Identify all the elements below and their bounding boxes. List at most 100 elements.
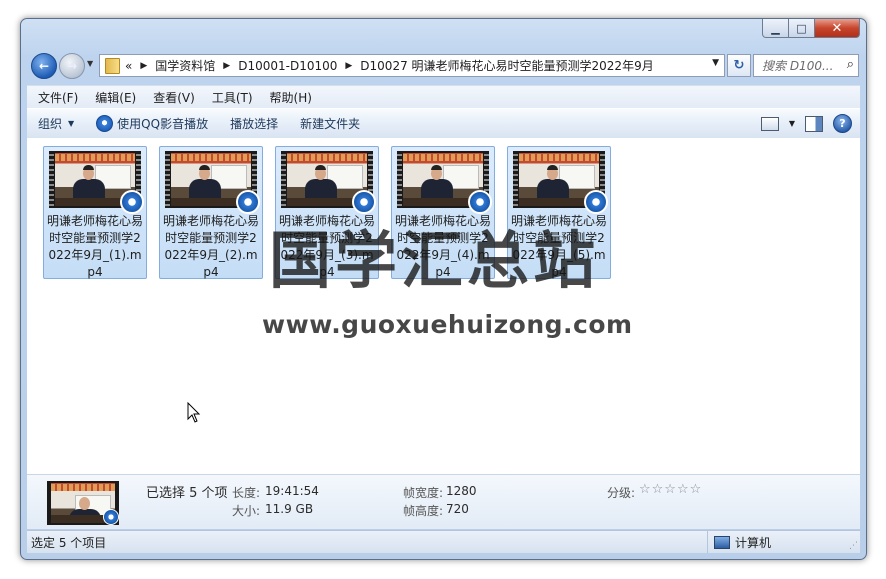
refresh-icon: ↻ [733,58,745,73]
presenter-body [537,179,569,199]
qq-player-icon [584,190,608,214]
new-folder-button[interactable]: 新建文件夹 [289,115,371,132]
presenter-body [73,179,105,199]
presenter-body [421,179,453,199]
presenter-hair [83,165,94,170]
chevron-right-icon[interactable]: ▶ [140,61,147,71]
folder-icon [105,57,120,74]
forward-button[interactable]: → [59,53,85,79]
chevron-right-icon[interactable]: ▶ [223,61,230,71]
caption-buttons: ▁ □ ✕ [762,19,860,38]
organize-label: 组织 [38,117,63,131]
presenter-body [189,179,221,199]
help-icon[interactable]: ? [833,114,852,133]
file-name: 明谦老师梅花心易时空能量预测学2022年9月_(2).mp4 [162,214,259,279]
search-icon[interactable]: ⌕ [847,57,854,72]
breadcrumb-item[interactable]: 国学资料馆 [155,57,215,74]
qq-player-icon [468,190,492,214]
presenter-hair [547,165,558,170]
banner [55,154,135,161]
menu-edit[interactable]: 编辑(E) [84,89,142,106]
menu-view[interactable]: 查看(V) [142,89,201,106]
new-folder-label: 新建文件夹 [300,117,361,131]
breadcrumb-item[interactable]: D10001-D10100 [238,59,337,73]
menu-help[interactable]: 帮助(H) [259,89,318,106]
address-dropdown-icon[interactable]: ▼ [712,58,719,68]
film-strip-edge [397,151,402,208]
details-pane: 已选择 5 个项 长度: 19:41:54 大小: 11.9 GB 帧宽度: 1… [27,475,860,529]
size-value: 11.9 GB [265,502,314,516]
refresh-button[interactable]: ↻ [727,54,751,77]
file-item[interactable]: 明谦老师梅花心易时空能量预测学2022年9月_(2).mp4 [159,146,263,279]
presenter-hair [431,165,442,170]
file-item[interactable]: 明谦老师梅花心易时空能量预测学2022年9月_(1).mp4 [43,146,147,279]
qq-player-icon [236,190,260,214]
length-value: 19:41:54 [265,484,319,498]
menu-tools[interactable]: 工具(T) [201,89,259,106]
file-item[interactable]: 明谦老师梅花心易时空能量预测学2022年9月_(4).mp4 [391,146,495,279]
presenter-head [79,497,90,510]
qq-player-icon [103,509,119,525]
file-item[interactable]: 明谦老师梅花心易时空能量预测学2022年9月_(5).mp4 [507,146,611,279]
file-item[interactable]: 明谦老师梅花心易时空能量预测学2022年9月_(3).mp4 [275,146,379,279]
preview-pane-icon[interactable] [805,115,823,132]
play-with-qq-label: 使用QQ影音播放 [117,117,209,131]
search-box[interactable]: 搜索 D100... ⌕ [753,54,859,77]
presenter-hair [199,165,210,170]
presenter-hair [315,165,326,170]
search-input[interactable]: 搜索 D100... [754,57,840,74]
command-bar-right: ▼ ? [760,114,852,133]
menu-file[interactable]: 文件(F) [27,89,84,106]
frame-height-value: 720 [446,502,469,516]
play-selection-button[interactable]: 播放选择 [219,115,289,132]
file-name: 明谦老师梅花心易时空能量预测学2022年9月_(1).mp4 [46,214,143,279]
status-selected-count: 选定 5 个项目 [31,535,107,550]
forward-arrow-icon: → [66,59,78,73]
frame-height-label: 帧高度: [403,504,444,518]
breadcrumb-overflow[interactable]: « [125,59,132,73]
close-button[interactable]: ✕ [815,19,860,38]
organize-button[interactable]: 组织 ▼ [27,115,85,132]
minimize-button[interactable]: ▁ [762,19,789,38]
views-dropdown-icon[interactable]: ▼ [789,119,795,128]
film-strip-edge [513,151,518,208]
length-label: 长度: [232,486,261,500]
chevron-down-icon: ▼ [68,119,75,128]
film-strip-edge [281,151,286,208]
recent-pages-dropdown-icon[interactable]: ▼ [87,59,93,68]
play-with-qq-button[interactable]: 使用QQ影音播放 [85,115,219,132]
file-name: 明谦老师梅花心易时空能量预测学2022年9月_(3).mp4 [278,214,375,279]
qq-player-icon [120,190,144,214]
rating-stars[interactable]: ☆☆☆☆☆ [639,482,702,497]
film-strip-edge [165,151,170,208]
file-list-area[interactable]: 明谦老师梅花心易时空能量预测学2022年9月_(1).mp4 明谦老师梅花心易时… [27,138,860,475]
frame-width-label: 帧宽度: [403,486,444,500]
size-label: 大小: [232,504,261,518]
address-bar[interactable]: « ▶ 国学资料馆 ▶ D10001-D10100 ▶ D10027 明谦老师梅… [99,54,725,77]
banner [287,154,367,161]
back-button[interactable]: ← [31,53,57,79]
chevron-right-icon[interactable]: ▶ [345,61,352,71]
resize-grip[interactable]: ⋰ [849,541,858,551]
banner [403,154,483,161]
banner [171,154,251,161]
play-selection-label: 播放选择 [230,117,279,131]
qq-player-icon [352,190,376,214]
change-view-icon[interactable] [760,116,779,131]
presenter-body [305,179,337,199]
status-computer-label: 计算机 [735,535,772,550]
menu-bar: 文件(F) 编辑(E) 查看(V) 工具(T) 帮助(H) [27,85,860,108]
back-arrow-icon: ← [38,59,50,73]
status-zone: 计算机 [707,531,771,553]
computer-icon [714,535,730,549]
status-bar: 选定 5 个项目 计算机 ⋰ [27,530,860,553]
maximize-button[interactable]: □ [789,19,815,38]
rating-label: 分级: [607,486,636,500]
file-name: 明谦老师梅花心易时空能量预测学2022年9月_(4).mp4 [394,214,491,279]
navigation-row: ← → ▼ « ▶ 国学资料馆 ▶ D10001-D10100 ▶ D10027… [29,51,859,79]
command-bar: 组织 ▼ 使用QQ影音播放 播放选择 新建文件夹 ▼ ? [27,108,860,139]
qq-player-icon [96,115,114,132]
selection-count: 已选择 5 个项 [146,486,228,501]
film-strip-edge [49,151,54,208]
breadcrumb-item[interactable]: D10027 明谦老师梅花心易时空能量预测学2022年9月 [360,57,653,74]
